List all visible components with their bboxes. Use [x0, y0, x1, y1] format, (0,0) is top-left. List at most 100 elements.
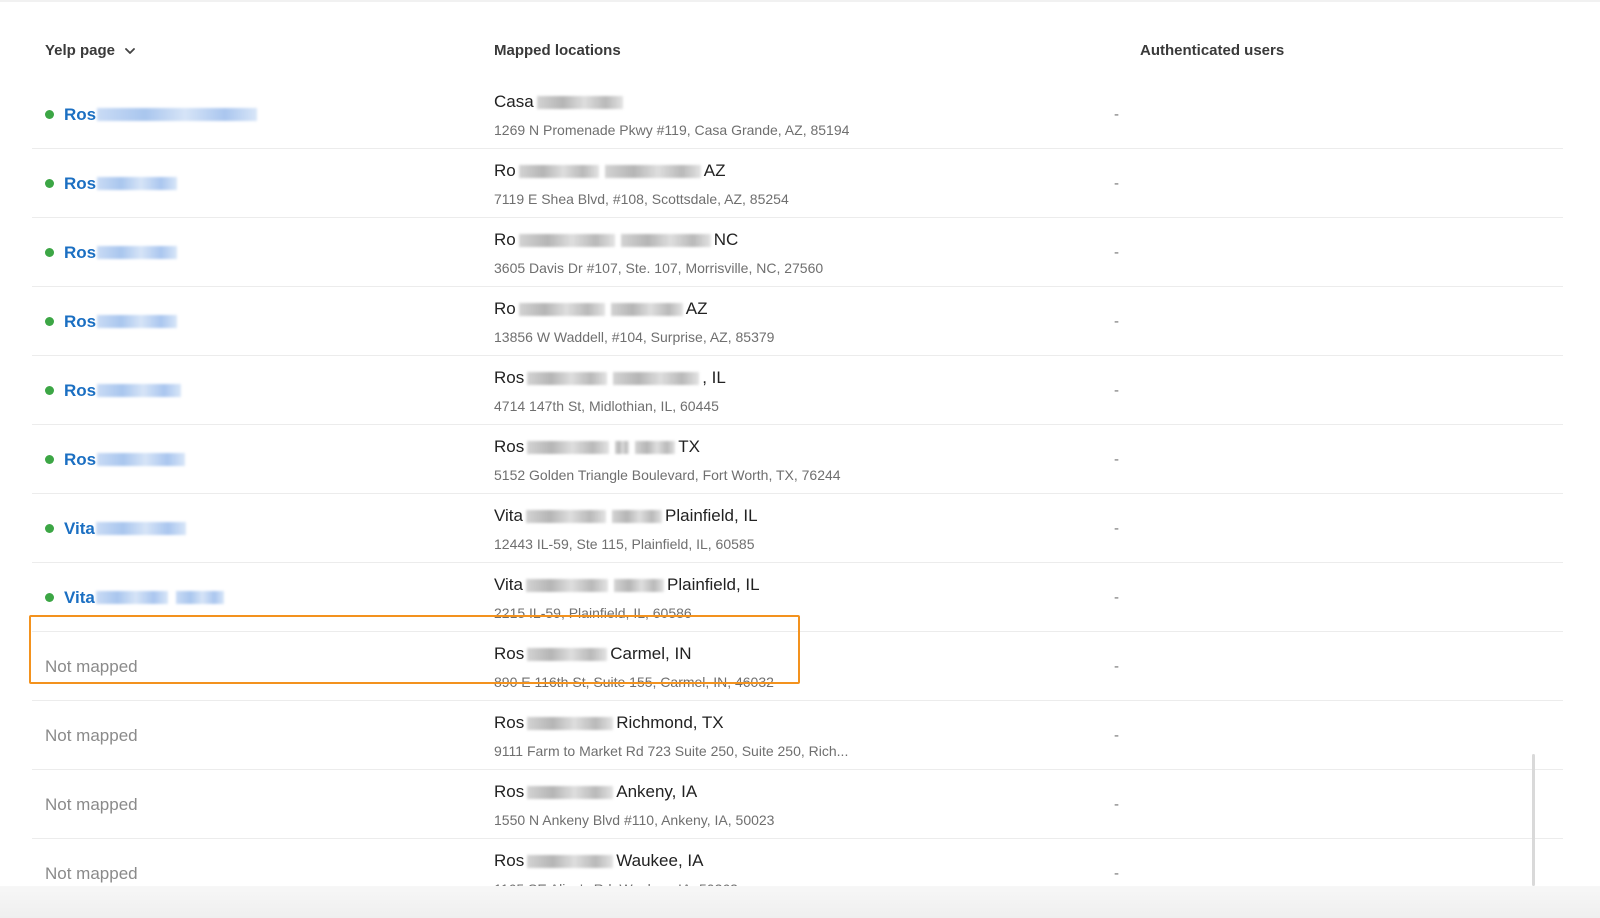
authenticated-users-cell: - [1114, 313, 1119, 330]
location-name-prefix: Ros [494, 782, 525, 801]
redacted-text [97, 315, 178, 328]
top-divider [0, 0, 1600, 2]
yelp-page-header-label: Yelp page [45, 42, 116, 59]
mapped-location-cell: Casa 1269 N Promenade Pkwy #119, Casa Gra… [494, 90, 849, 138]
yelp-page-cell: Vita [45, 563, 224, 632]
location-name-prefix: Ros [494, 713, 525, 732]
mapped-location-cell: Vita Plainfield, IL 2215 IL-59, Plainfield… [494, 573, 760, 621]
location-name: Ros Carmel, IN [494, 642, 774, 666]
redacted-text [610, 302, 683, 316]
authenticated-users-cell: - [1114, 796, 1119, 813]
vertical-scrollbar[interactable] [1532, 754, 1535, 886]
redacted-text [536, 95, 623, 109]
location-name-prefix: Ro [494, 161, 516, 180]
locations-table: Yelp page Mapped locations Authenticated… [32, 30, 1563, 908]
location-name: Ros TX [494, 435, 841, 459]
redacted-text [527, 716, 614, 730]
redacted-text [527, 440, 610, 454]
location-name-prefix: Ros [494, 851, 525, 870]
redacted-text [620, 233, 711, 247]
mapped-location-cell: Ros Richmond, TX 9111 Farm to Market Rd 72… [494, 711, 848, 759]
location-address: 890 E 116th St, Suite 155, Carmel, IN, 4… [494, 674, 774, 690]
sort-yelp-page-header[interactable]: Yelp page [45, 42, 137, 59]
yelp-page-cell: Ros [45, 356, 182, 425]
location-name-suffix: Plainfield, IL [667, 575, 760, 594]
mapped-status-dot [45, 317, 54, 326]
redacted-text [97, 246, 178, 259]
mapped-status-dot [45, 248, 54, 257]
authenticated-users-cell: - [1114, 589, 1119, 606]
location-name: Ros Waukee, IA [494, 849, 738, 873]
bottom-edge [0, 886, 1600, 918]
not-mapped-label: Not mapped [45, 863, 138, 883]
mapped-location-cell: Ros TX 5152 Golden Triangle Boulevard, For… [494, 435, 841, 483]
location-name: Vita Plainfield, IL [494, 504, 758, 528]
table-row: Not mapped Ros Ankeny, IA 1550 N Ankeny Blv… [32, 770, 1563, 839]
redacted-text [615, 440, 630, 454]
location-name: Casa [494, 90, 849, 114]
table-row: Ros Ro NC 3605 Davis Dr #107, Ste. 107, Mor… [32, 218, 1563, 287]
redacted-text [527, 647, 608, 661]
yelp-page-link[interactable]: Ros [64, 381, 182, 401]
mapped-location-cell: Vita Plainfield, IL 12443 IL-59, Ste 115, … [494, 504, 758, 552]
mapped-status-dot [45, 524, 54, 533]
yelp-page-link[interactable]: Vita [64, 588, 224, 608]
location-name-prefix: Ro [494, 299, 516, 318]
location-name: Ro AZ [494, 297, 774, 321]
redacted-text [526, 578, 608, 592]
location-name-suffix: TX [678, 437, 700, 456]
yelp-page-cell: Not mapped [45, 701, 138, 770]
redacted-text [175, 591, 224, 604]
yelp-page-link[interactable]: Ros [64, 450, 186, 470]
mapped-status-dot [45, 110, 54, 119]
location-address: 12443 IL-59, Ste 115, Plainfield, IL, 60… [494, 536, 755, 552]
location-name-suffix: Plainfield, IL [665, 506, 758, 525]
location-address: 2215 IL-59, Plainfield, IL, 60586 [494, 605, 692, 621]
location-name-suffix: Richmond, TX [616, 713, 724, 732]
location-address: 13856 W Waddell, #104, Surprise, AZ, 853… [494, 329, 775, 345]
redacted-text [526, 509, 606, 523]
location-name-suffix: AZ [703, 161, 726, 180]
redacted-text [635, 440, 676, 454]
location-address: 1269 N Promenade Pkwy #119, Casa Grande,… [494, 122, 850, 138]
mapped-status-dot [45, 179, 54, 188]
not-mapped-label: Not mapped [45, 656, 138, 676]
mapped-location-cell: Ro AZ 7119 E Shea Blvd, #108, Scottsdale, … [494, 159, 789, 207]
location-name: Ro NC [494, 228, 823, 252]
location-name-prefix: Casa [494, 92, 534, 111]
yelp-page-link[interactable]: Ros [64, 312, 178, 332]
location-name-suffix: AZ [685, 299, 708, 318]
location-name-suffix: Waukee, IA [616, 851, 704, 870]
yelp-page-link[interactable]: Ros [64, 173, 178, 194]
table-row: Ros Ro AZ 7119 E Shea Blvd, #108, Scottsdal… [32, 149, 1563, 218]
mapped-location-cell: Ro AZ 13856 W Waddell, #104, Surprise, AZ,… [494, 297, 774, 345]
location-name-prefix: Ro [494, 230, 516, 249]
location-name: Ro AZ [494, 159, 789, 183]
location-name: Ros Ankeny, IA [494, 780, 774, 804]
table-row: Not mapped Ros Carmel, IN 890 E 116th St, S… [32, 632, 1563, 701]
location-name-prefix: Vita [494, 575, 523, 594]
yelp-page-name: Ros [64, 173, 97, 193]
redacted-text [97, 108, 258, 121]
table-body: Ros Casa 1269 N Promenade Pkwy #119, Casa … [32, 80, 1563, 908]
location-name-suffix: NC [713, 230, 739, 249]
redacted-text [518, 233, 615, 247]
location-name: Ros , IL [494, 366, 726, 390]
mapped-status-dot [45, 386, 54, 395]
redacted-text [97, 384, 182, 397]
authenticated-users-cell: - [1114, 658, 1119, 675]
authenticated-users-cell: - [1114, 175, 1119, 192]
table-row: Ros Ro AZ 13856 W Waddell, #104, Surprise, … [32, 287, 1563, 356]
yelp-page-link[interactable]: Ros [64, 243, 178, 263]
table-header: Yelp page Mapped locations Authenticated… [32, 30, 1563, 80]
redacted-text [604, 164, 701, 178]
location-address: 5152 Golden Triangle Boulevard, Fort Wor… [494, 467, 841, 483]
table-row: Vita Vita Plainfield, IL 12443 IL-59, Ste 1… [32, 494, 1563, 563]
not-mapped-label: Not mapped [45, 725, 138, 745]
yelp-page-cell: Vita [45, 494, 186, 563]
table-row: Ros Casa 1269 N Promenade Pkwy #119, Casa … [32, 80, 1563, 149]
redacted-text [527, 785, 614, 799]
yelp-page-link[interactable]: Ros [64, 105, 258, 125]
yelp-page-name: Vita [64, 587, 95, 607]
yelp-page-link[interactable]: Vita [64, 519, 186, 539]
